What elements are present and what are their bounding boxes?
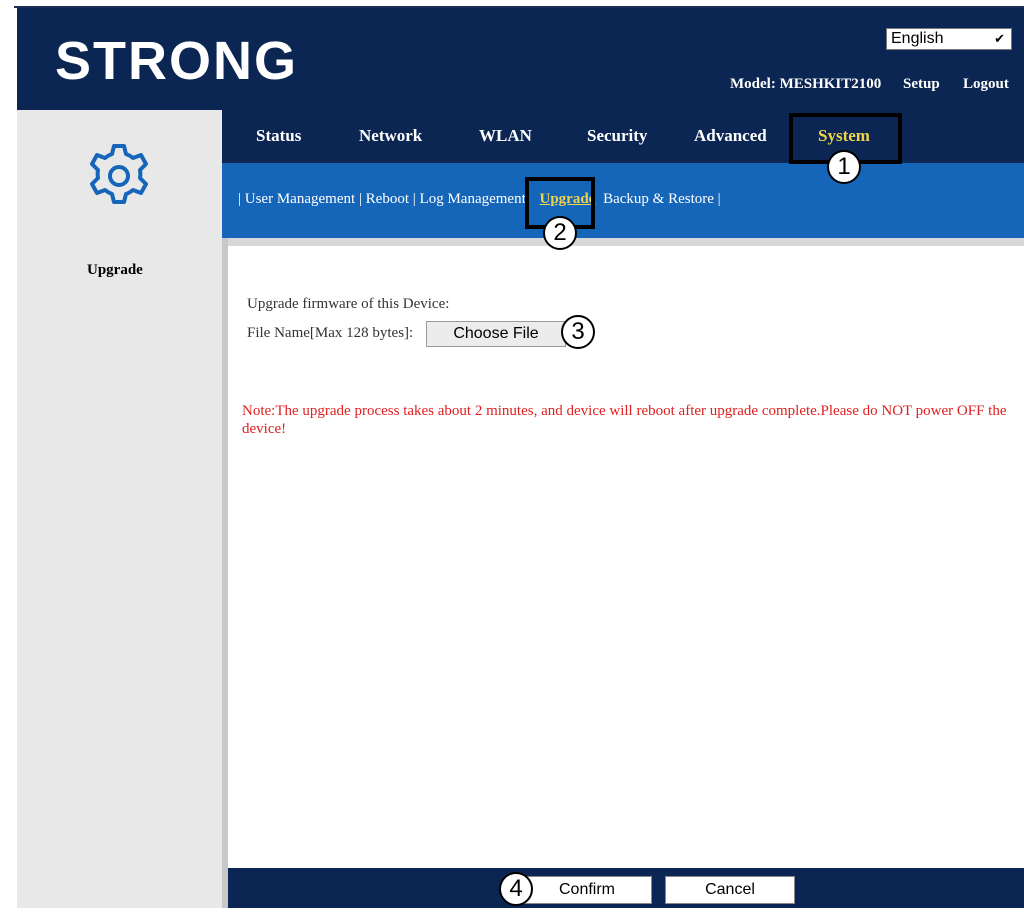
tab-wlan[interactable]: WLAN [479,126,532,146]
sub-nav-separator: | [412,191,416,207]
callout-number-4: 4 [499,872,533,906]
upgrade-warning-note: Note:The upgrade process takes about 2 m… [242,403,1007,437]
sub-nav-log-management[interactable]: Log Management [420,191,526,207]
gear-icon [90,144,148,204]
top-border-line [0,0,1024,8]
sub-nav-reboot[interactable]: Reboot [366,191,409,207]
sub-nav-backup-restore[interactable]: Backup & Restore [603,191,714,207]
sub-nav-row: | User Management | Reboot | Log Managem… [238,191,721,208]
section-icon-panel [17,110,222,238]
callout-number-1: 1 [827,150,861,184]
cancel-button[interactable]: Cancel [665,876,795,904]
router-admin-page: STRONG English ✔ Model: MESHKIT2100 Setu… [17,8,1024,908]
action-bar: Confirm Cancel [228,868,1024,908]
choose-file-button[interactable]: Choose File [426,321,566,347]
sidebar: Upgrade [17,238,222,908]
sub-nav-separator: | [238,191,242,207]
file-name-label: File Name[Max 128 bytes]: [247,325,414,341]
setup-link[interactable]: Setup [903,76,940,93]
tab-status[interactable]: Status [256,126,301,146]
callout-number-2: 2 [543,216,577,250]
model-label: Model: MESHKIT2100 [730,76,882,92]
chevron-down-icon: ✔ [994,31,1005,46]
tab-security[interactable]: Security [587,126,647,146]
callout-number-3: 3 [561,315,595,349]
content-top-border [228,238,1024,246]
sub-nav: | User Management | Reboot | Log Managem… [222,163,1024,238]
sub-nav-separator: | [358,191,362,207]
language-select[interactable]: English ✔ [886,28,1012,50]
strong-logo: STRONG [55,31,299,91]
language-select-value: English [891,30,944,47]
top-header: STRONG English ✔ Model: MESHKIT2100 Setu… [17,8,1024,110]
upgrade-intro-text: Upgrade firmware of this Device: [247,296,450,312]
tab-network[interactable]: Network [359,126,422,146]
tab-advanced[interactable]: Advanced [694,126,767,146]
confirm-button[interactable]: Confirm [522,876,652,904]
logout-link[interactable]: Logout [963,76,1009,93]
main-nav: Status Network WLAN Security Advanced Sy… [222,110,1024,163]
sub-nav-user-management[interactable]: User Management [245,191,355,207]
sub-nav-separator: | [717,191,721,207]
sidebar-item-upgrade[interactable]: Upgrade [87,262,143,279]
